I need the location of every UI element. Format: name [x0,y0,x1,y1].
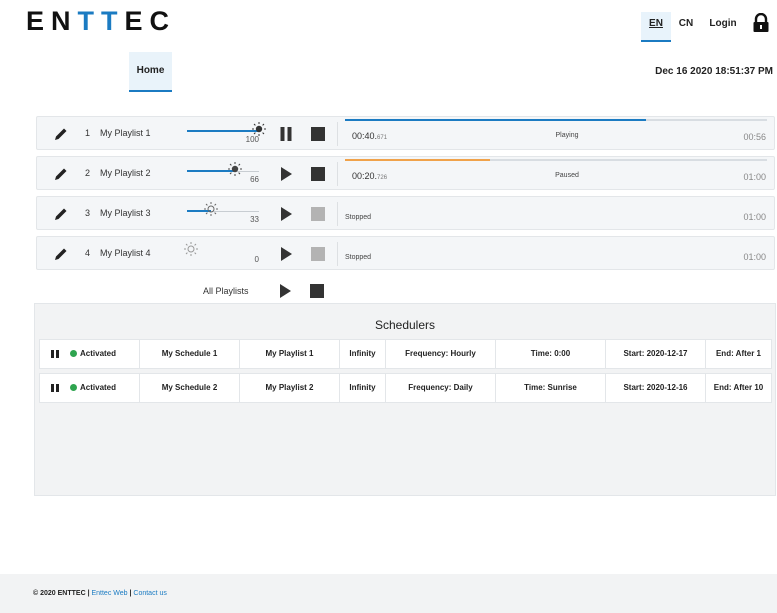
progress-bar [345,159,767,161]
playlist-number: 4 [85,248,91,258]
edit-pencil-icon[interactable] [53,166,69,182]
brightness-sun-icon[interactable] [184,242,198,256]
schedule-start: Start: 2020-12-16 [606,374,706,402]
play-all-button[interactable] [278,284,292,298]
current-datetime: Dec 16 2020 18:51:37 PM [655,66,773,77]
scheduler-row[interactable]: Activated My Schedule 1 My Playlist 1 In… [39,339,772,369]
schedule-name: My Schedule 2 [140,374,240,402]
login-link[interactable]: Login [706,12,740,42]
footer: © 2020 ENTTEC | Enttec Web | Contact us [0,574,777,613]
schedule-time: Time: Sunrise [496,374,606,402]
playlist-duration: 01:00 [743,172,766,182]
schedulers-panel: Schedulers Activated My Schedule 1 My Pl… [34,303,776,496]
schedulers-title: Schedulers [374,318,436,332]
edit-pencil-icon[interactable] [53,126,69,142]
brightness-value: 0 [254,255,259,264]
schedule-status: Activated [70,374,140,402]
playlist-duration: 00:56 [743,132,766,142]
schedule-time: Time: 0:00 [496,340,606,368]
enttec-logo: ENTTEC [26,6,177,36]
playlist-row: 1 My Playlist 1 100 00:40.671 Playing 00… [36,116,775,150]
elapsed-time: 00:40.671 [352,131,388,141]
row-divider [337,122,338,146]
schedule-end: End: After 1 [715,349,762,358]
brightness-value: 66 [250,175,259,184]
playlist-duration: 01:00 [743,212,766,222]
schedule-playlist: My Playlist 2 [240,374,340,402]
schedule-frequency: Frequency: Hourly [386,340,496,368]
playback-status: Stopped [345,214,372,221]
playlist-duration: 01:00 [743,252,766,262]
brightness-sun-icon[interactable] [203,202,218,216]
schedule-start: Start: 2020-12-17 [606,340,706,368]
scheduler-row[interactable]: Activated My Schedule 2 My Playlist 2 In… [39,373,772,403]
schedule-playlist: My Playlist 1 [240,340,340,368]
enttec-web-link[interactable]: Enttec Web [91,590,127,597]
stop-all-button[interactable] [310,284,324,298]
schedule-repeat: Infinity [340,374,386,402]
playlist-name: My Playlist 1 [100,128,151,138]
schedule-end: End: After 10 [713,383,764,392]
playlist-number: 2 [85,168,91,178]
stop-button[interactable] [311,247,325,261]
playlist-row: 4 My Playlist 4 0 Stopped 01:00 [36,236,775,270]
edit-pencil-icon[interactable] [53,206,69,222]
elapsed-time: 00:20.726 [352,171,388,181]
brightness-value: 100 [245,135,259,144]
schedule-frequency: Frequency: Daily [386,374,496,402]
stop-button[interactable] [311,127,325,141]
pause-button[interactable] [279,127,293,141]
playlist-name: My Playlist 2 [100,168,151,178]
brightness-value: 33 [250,215,259,224]
brightness-sun-icon[interactable] [252,122,266,136]
row-divider [337,162,338,186]
lock-icon[interactable] [751,13,771,33]
footer-text: © 2020 ENTTEC | Enttec Web | Contact us [33,590,167,597]
schedule-repeat: Infinity [340,340,386,368]
playlist-row: 3 My Playlist 3 33 Stopped 01:00 [36,196,775,230]
language-en-link[interactable]: EN [641,12,671,42]
progress-bar [345,119,767,121]
row-divider [337,242,338,266]
active-dot-icon [70,384,77,391]
playlist-name: My Playlist 3 [100,208,151,218]
active-dot-icon [70,350,77,357]
play-button[interactable] [279,167,293,181]
playback-status: Playing [555,132,579,139]
stop-button[interactable] [311,207,325,221]
play-button[interactable] [279,247,293,261]
language-cn-link[interactable]: CN [676,12,696,42]
playlist-number: 3 [85,208,91,218]
playback-status: Paused [555,172,579,179]
playlist-name: My Playlist 4 [100,248,151,258]
playback-status: Stopped [345,254,372,261]
stop-button[interactable] [311,167,325,181]
contact-us-link[interactable]: Contact us [133,590,166,597]
all-playlists-label: All Playlists [203,286,249,296]
play-button[interactable] [279,207,293,221]
edit-pencil-icon[interactable] [53,246,69,262]
row-divider [337,202,338,226]
schedule-status: Activated [70,340,140,368]
nav-home-tab[interactable]: Home [129,52,172,92]
brightness-sun-icon[interactable] [227,162,242,176]
playlist-number: 1 [85,128,91,138]
pause-schedule-icon[interactable] [51,384,59,392]
playlist-row: 2 My Playlist 2 66 00:20.726 Paused 01:0… [36,156,775,190]
pause-schedule-icon[interactable] [51,350,59,358]
schedule-name: My Schedule 1 [140,340,240,368]
